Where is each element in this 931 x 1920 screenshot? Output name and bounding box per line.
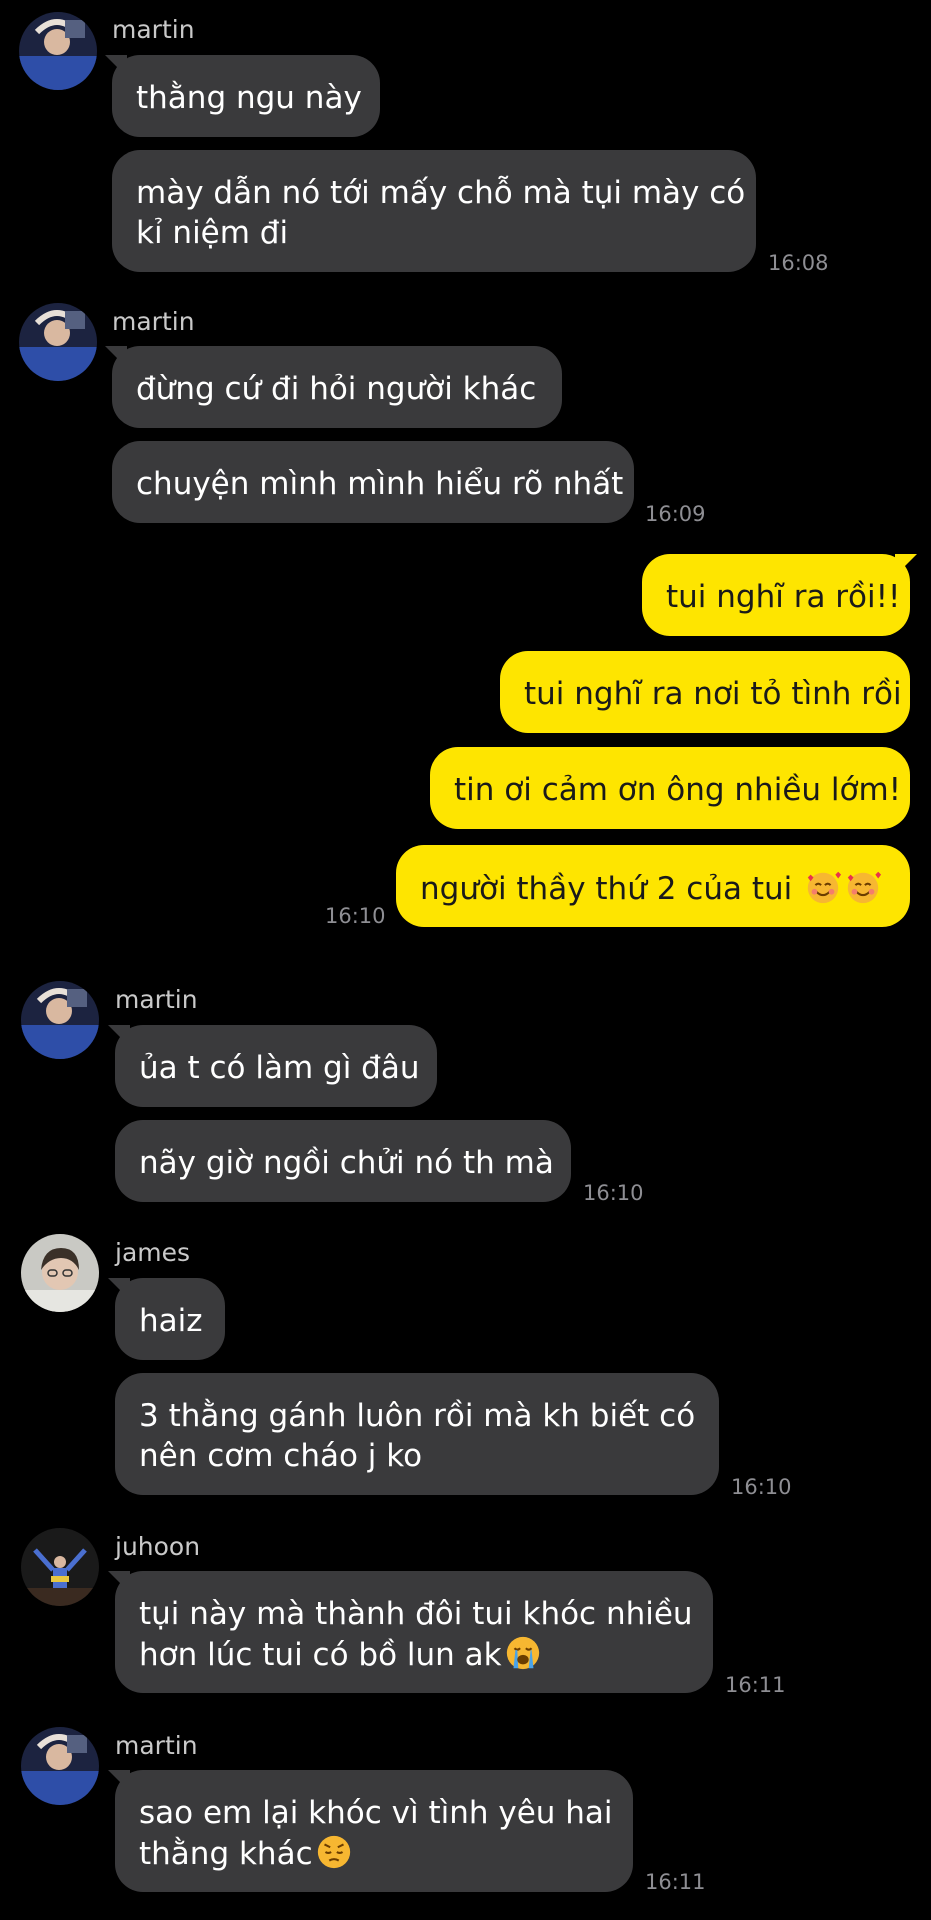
timestamp: 16:09 [645,502,706,526]
avatar-martin[interactable] [19,12,97,90]
timestamp: 16:10 [325,904,386,928]
pensive-face-icon [315,1833,353,1871]
message-text: kỉ niệm đi [136,215,289,251]
message-bubble-outgoing[interactable]: người thầy thứ 2 của tui [396,845,910,927]
message-text: sao em lại khóc vì tình yêu hai [139,1795,613,1831]
message-bubble[interactable]: đừng cứ đi hỏi người khác [112,346,562,428]
message-text: nãy giờ ngồi chửi nó th mà [139,1145,554,1181]
message-text: chuyện mình mình hiểu rõ nhất [136,466,624,502]
sender-name: martin [115,985,198,1014]
smiling-face-with-hearts-icon [804,868,842,906]
message-text: đừng cứ đi hỏi người khác [136,371,537,407]
message-text: tụi này mà thành đôi tui khóc nhiều [139,1596,693,1632]
message-text: tin ơi cảm ơn ông nhiều lớm! [454,772,902,808]
message-bubble[interactable]: chuyện mình mình hiểu rõ nhất [112,441,634,523]
message-text: mày dẫn nó tới mấy chỗ mà tụi mày có [136,175,746,211]
message-text: hơn lúc tui có bồ lun ak [139,1637,502,1673]
avatar-james[interactable] [21,1234,99,1312]
message-text: thằng khác [139,1836,313,1872]
avatar-martin[interactable] [21,1727,99,1805]
timestamp: 16:10 [583,1181,644,1205]
message-bubble-outgoing[interactable]: tui nghĩ ra rồi!! [642,554,910,636]
sender-name: martin [115,1731,198,1760]
smiling-face-with-hearts-icon [844,868,882,906]
message-bubble[interactable]: ủa t có làm gì đâu [115,1025,437,1107]
sender-name: martin [112,15,195,44]
avatar-juhoon[interactable] [21,1528,99,1606]
timestamp: 16:08 [768,251,829,275]
message-bubble[interactable]: mày dẫn nó tới mấy chỗ mà tụi mày có kỉ … [112,150,756,272]
timestamp: 16:10 [731,1475,792,1499]
message-bubble[interactable]: sao em lại khóc vì tình yêu hai thằng kh… [115,1770,633,1892]
message-text: người thầy thứ 2 của tui [420,871,793,907]
loudly-crying-face-icon [504,1634,542,1672]
message-text: ủa t có làm gì đâu [139,1050,420,1086]
message-bubble[interactable]: nãy giờ ngồi chửi nó th mà [115,1120,571,1202]
timestamp: 16:11 [645,1870,706,1894]
sender-name: martin [112,307,195,336]
message-bubble-outgoing[interactable]: tui nghĩ ra nơi tỏ tình rồi [500,651,910,733]
message-text: nên cơm cháo j ko [139,1438,423,1474]
sender-name: juhoon [115,1532,201,1561]
message-bubble[interactable]: thằng ngu này [112,55,380,137]
message-bubble[interactable]: 3 thằng gánh luôn rồi mà kh biết có nên … [115,1373,719,1495]
message-text: tui nghĩ ra nơi tỏ tình rồi [524,676,902,712]
avatar-martin[interactable] [19,303,97,381]
message-text: haiz [139,1303,203,1339]
avatar-martin[interactable] [21,981,99,1059]
message-bubble[interactable]: tụi này mà thành đôi tui khóc nhiều hơn … [115,1571,713,1693]
timestamp: 16:11 [725,1673,786,1697]
sender-name: james [115,1238,191,1267]
message-text: tui nghĩ ra rồi!! [666,579,901,615]
message-text: 3 thằng gánh luôn rồi mà kh biết có [139,1398,696,1434]
message-bubble[interactable]: haiz [115,1278,225,1360]
message-bubble-outgoing[interactable]: tin ơi cảm ơn ông nhiều lớm! [430,747,910,829]
message-text: thằng ngu này [136,80,362,116]
